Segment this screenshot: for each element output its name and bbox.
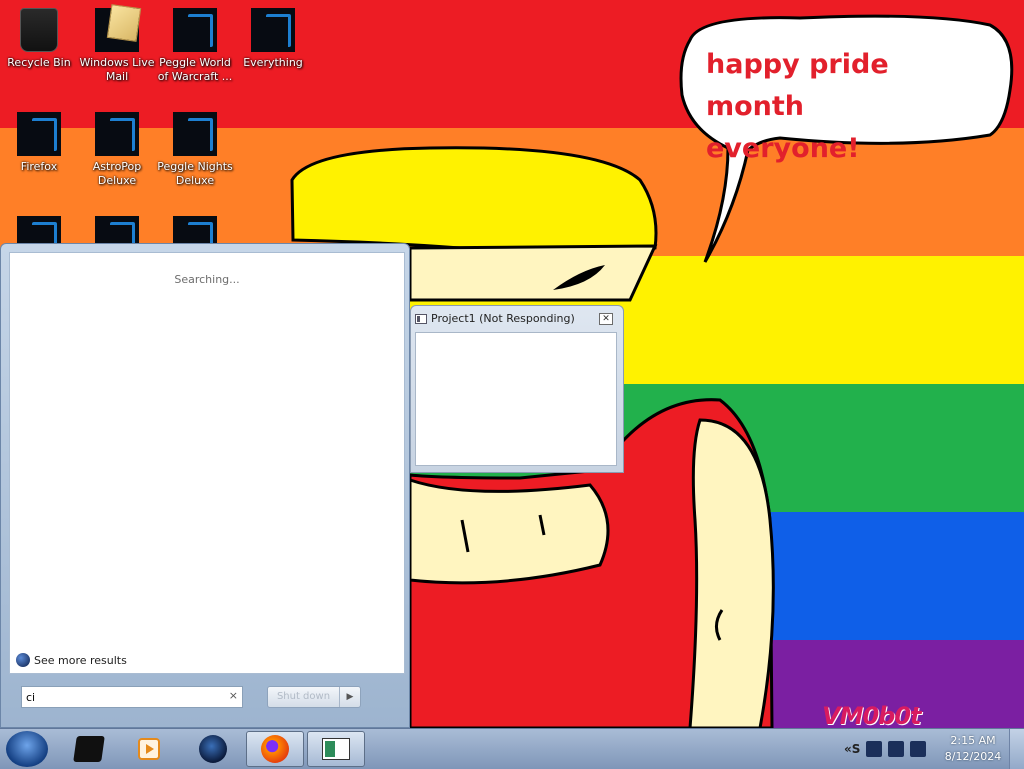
- search-status: Searching...: [174, 273, 240, 286]
- taskbar-firefox[interactable]: [246, 731, 304, 767]
- media-player-icon: [138, 738, 160, 760]
- search-results-pane: Searching... See more results: [9, 252, 405, 674]
- desktop-icon-peggle-wow[interactable]: Peggle World of Warcraft ...: [156, 8, 234, 84]
- game-icon: [95, 112, 139, 156]
- desktop-icon-firefox[interactable]: Firefox: [0, 112, 78, 174]
- desktop-icon-label: Firefox: [20, 160, 58, 173]
- desktop-icon-recycle-bin[interactable]: Recycle Bin: [0, 8, 78, 70]
- project1-icon: [322, 738, 350, 760]
- desktop-icon-label: Recycle Bin: [7, 56, 71, 69]
- see-more-results-label: See more results: [34, 653, 127, 667]
- desktop-icon-everything[interactable]: Everything: [234, 8, 312, 70]
- game-icon: [173, 8, 217, 52]
- desktop-icon-windows-live-mail[interactable]: Windows Live Mail: [78, 8, 156, 84]
- network-icon[interactable]: [888, 741, 905, 757]
- desktop-icon-label: Everything: [243, 56, 303, 69]
- speech-bubble-text: happy pride month everyone!: [706, 44, 996, 170]
- firefox-icon: [17, 112, 61, 156]
- window-titlebar[interactable]: Project1 (Not Responding): [415, 312, 575, 325]
- search-input[interactable]: [26, 689, 216, 705]
- character-head: [408, 244, 658, 302]
- taskbar-internet-explorer[interactable]: [184, 731, 242, 767]
- app-icon: [251, 8, 295, 52]
- game-icon: [173, 112, 217, 156]
- clock-time: 2:15 AM: [950, 734, 996, 747]
- desktop-icon-astropop[interactable]: AstroPop Deluxe: [78, 112, 156, 188]
- taskbar-project1[interactable]: [307, 731, 365, 767]
- tray-expand-button[interactable]: «S: [844, 742, 860, 756]
- watermark-text: VM0b0t: [822, 702, 922, 728]
- show-desktop-button[interactable]: [1009, 729, 1024, 769]
- recycle-bin-icon: [20, 8, 58, 52]
- taskbar-file-explorer[interactable]: [60, 731, 118, 767]
- clear-search-icon[interactable]: ×: [229, 689, 238, 702]
- mail-icon: [95, 8, 139, 52]
- shutdown-options-arrow-icon[interactable]: ▶: [340, 687, 360, 707]
- window-title: Project1 (Not Responding): [431, 312, 575, 325]
- taskbar-clock[interactable]: 2:15 AM 8/12/2024: [942, 733, 1004, 765]
- taskbar: «S 2:15 AM 8/12/2024: [0, 728, 1024, 769]
- desktop-icon-label: Windows Live Mail: [79, 56, 155, 83]
- desktop-icon-label: Peggle World of Warcraft ...: [157, 56, 233, 83]
- desktop-icon-peggle-nights[interactable]: Peggle Nights Deluxe: [156, 112, 234, 188]
- character-hat: [290, 146, 658, 253]
- bubble-line-2: everyone!: [706, 133, 860, 164]
- character-face-lower: [408, 477, 610, 585]
- start-search-box[interactable]: ×: [21, 686, 243, 708]
- shutdown-button-group: Shut down ▶: [267, 686, 361, 708]
- shutdown-button[interactable]: Shut down: [268, 687, 340, 707]
- internet-explorer-icon: [199, 735, 227, 763]
- window-app-icon: [415, 313, 427, 324]
- tray-app-icon[interactable]: [866, 741, 883, 757]
- window-content: [415, 332, 617, 466]
- firefox-icon: [261, 735, 289, 763]
- taskbar-media-player[interactable]: [120, 731, 178, 767]
- desktop-icon-label: AstroPop Deluxe: [92, 160, 142, 187]
- project1-window[interactable]: Project1 (Not Responding) ✕: [410, 305, 624, 473]
- system-tray: «S: [840, 731, 940, 767]
- start-button[interactable]: [6, 731, 48, 767]
- globe-icon: [16, 653, 30, 667]
- desktop-icon-label: Peggle Nights Deluxe: [157, 160, 233, 187]
- clock-date: 8/12/2024: [944, 750, 1002, 763]
- window-close-button[interactable]: ✕: [599, 313, 613, 325]
- bubble-line-1: happy pride month: [706, 49, 889, 122]
- file-explorer-icon: [73, 736, 105, 762]
- see-more-results-link[interactable]: See more results: [16, 653, 127, 667]
- start-menu: Searching... See more results × Shut dow…: [0, 243, 410, 728]
- volume-icon[interactable]: [910, 741, 927, 757]
